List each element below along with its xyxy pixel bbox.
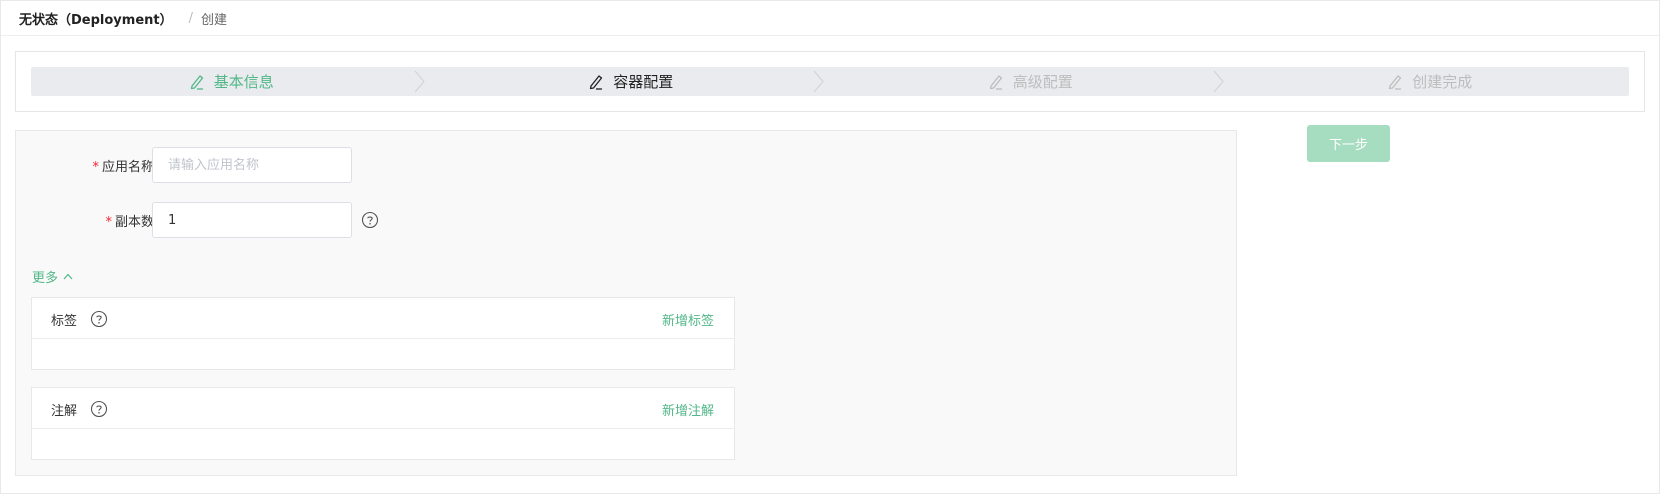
edit-icon [1386,73,1404,91]
form-panel: *应用名称 *副本数 更多 标签 新增标签 注解 [15,130,1237,476]
step-advanced-config[interactable]: 高级配置 [830,67,1230,96]
step-create-complete[interactable]: 创建完成 [1230,67,1630,96]
step-label: 基本信息 [213,73,274,91]
app-name-input[interactable] [152,147,352,183]
edit-icon [188,73,206,91]
replicas-input[interactable] [152,202,352,238]
required-star: * [92,160,99,175]
step-label: 容器配置 [613,73,674,91]
annotations-card-header: 注解 新增注解 [32,388,734,429]
question-circle-icon[interactable] [90,310,108,328]
breadcrumb: 无状态（Deployment） / 创建 [19,8,227,28]
steps-bar: 基本信息 容器配置 高级配置 创建完成 [31,67,1629,96]
step-label: 创建完成 [1412,73,1473,91]
chevron-right-icon [813,70,824,93]
labels-card-header: 标签 新增标签 [32,298,734,339]
edit-icon [987,73,1005,91]
breadcrumb-root[interactable]: 无状态（Deployment） [19,9,173,28]
chevron-up-icon [63,273,73,280]
add-label-link[interactable]: 新增标签 [662,310,714,329]
chevron-right-icon [1213,70,1224,93]
step-basic-info[interactable]: 基本信息 [31,67,431,96]
question-circle-icon[interactable] [361,211,379,229]
app-name-label: * 应用名称 [92,160,154,175]
header-divider [1,35,1659,36]
annotations-card: 注解 新增注解 [31,387,735,460]
edit-icon [587,73,605,91]
breadcrumb-current: 创建 [201,12,228,28]
more-label: 更多 [32,271,59,286]
next-step-button[interactable]: 下一步 [1307,125,1390,162]
chevron-right-icon [414,70,425,93]
step-container-config[interactable]: 容器配置 [431,67,831,96]
replicas-label: * 副本数 [105,215,154,230]
step-label: 高级配置 [1012,73,1073,91]
steps-card: 基本信息 容器配置 高级配置 创建完成 [15,51,1645,112]
required-star: * [105,215,112,230]
add-annotation-link[interactable]: 新增注解 [662,400,714,419]
more-toggle[interactable]: 更多 [32,267,73,286]
labels-title: 标签 [51,314,78,329]
annotations-title: 注解 [51,404,78,419]
labels-card: 标签 新增标签 [31,297,735,370]
breadcrumb-separator: / [188,10,193,26]
question-circle-icon[interactable] [90,400,108,418]
